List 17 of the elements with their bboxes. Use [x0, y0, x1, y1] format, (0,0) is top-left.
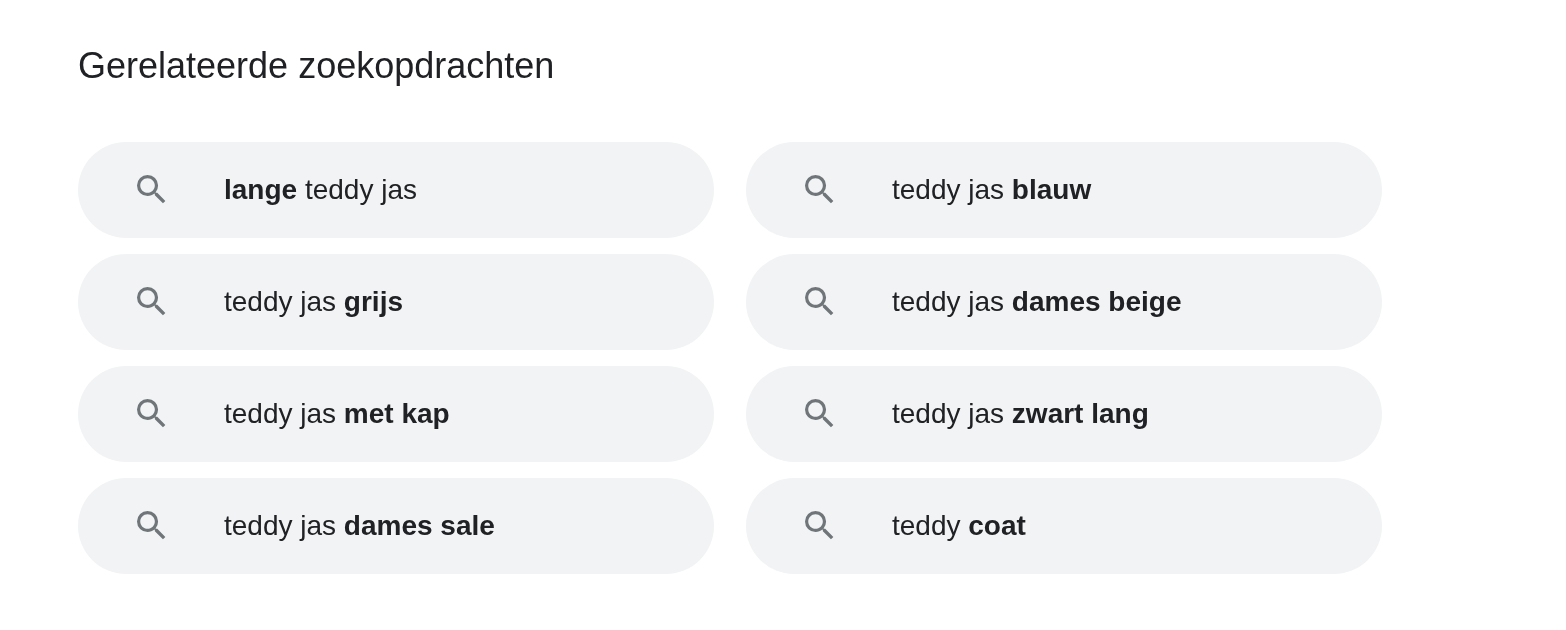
related-search-link[interactable]: teddy jas dames beige	[746, 254, 1382, 350]
search-icon	[137, 511, 167, 541]
related-search-link[interactable]: teddy jas grijs	[78, 254, 714, 350]
related-search-link[interactable]: teddy jas zwart lang	[746, 366, 1382, 462]
section-heading: Gerelateerde zoekopdrachten	[78, 44, 555, 88]
search-icon	[805, 287, 835, 317]
related-search-link[interactable]: lange teddy jas	[78, 142, 714, 238]
search-icon	[137, 175, 167, 205]
related-search-link[interactable]: teddy jas blauw	[746, 142, 1382, 238]
search-icon	[137, 399, 167, 429]
search-icon	[805, 175, 835, 205]
related-search-link[interactable]: teddy coat	[746, 478, 1382, 574]
search-icon	[137, 287, 167, 317]
related-search-link[interactable]: teddy jas met kap	[78, 366, 714, 462]
search-icon	[805, 511, 835, 541]
related-search-link[interactable]: teddy jas dames sale	[78, 478, 714, 574]
search-icon	[805, 399, 835, 429]
